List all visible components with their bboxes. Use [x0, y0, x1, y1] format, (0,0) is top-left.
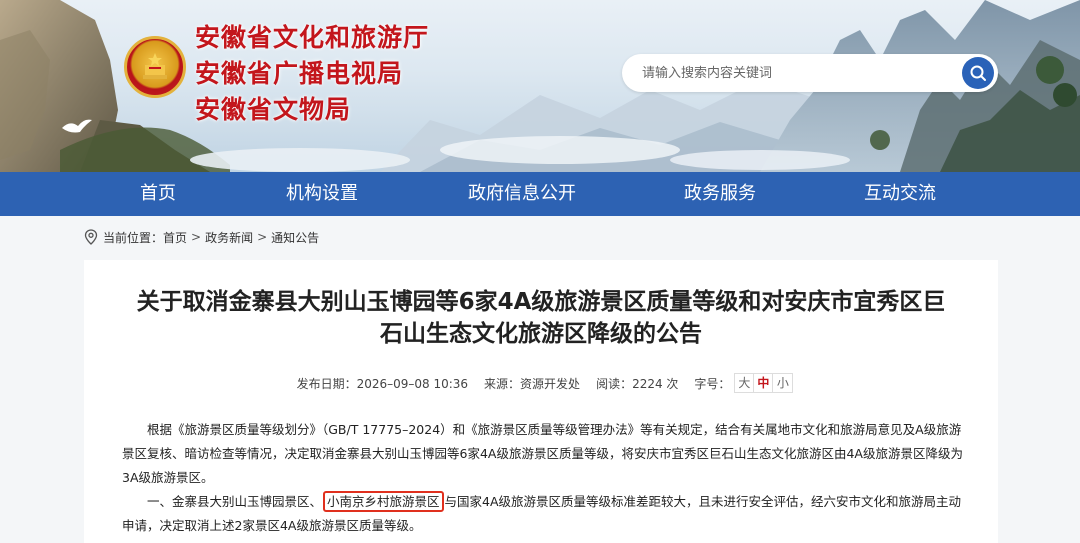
font-size-medium-button[interactable]: 中 — [754, 374, 774, 392]
nav-item-interaction[interactable]: 互动交流 — [850, 172, 950, 216]
header-title-cultural-relics: 安徽省文物局 — [195, 95, 352, 124]
publish-date: 发布日期：2026–09–08 10:36 — [296, 376, 469, 391]
article-title-line2: 石山生态文化旅游区降级的公告 — [380, 321, 702, 347]
article-meta: 发布日期：2026–09–08 10:36 来源：资源开发处 阅读：2224 次… — [84, 373, 998, 393]
highlighted-scenic-area: 小南京乡村旅游景区 — [323, 491, 444, 512]
nav-item-gov-info-disclosure[interactable]: 政府信息公开 — [452, 172, 592, 216]
article-paragraph-2: 一、金寨县大别山玉博园景区、 小南京乡村旅游景区 与国家4A级旅游景区质量等级标准差… — [122, 490, 964, 538]
search-input[interactable] — [642, 62, 952, 84]
article-source: 来源：资源开发处 — [484, 376, 581, 391]
header-banner: 安徽省文化和旅游厅 安徽省广播电视局 安徽省文物局 — [0, 0, 1080, 172]
breadcrumb: 当前位置： 首页 > 政务新闻 > 通知公告 — [84, 228, 319, 246]
national-emblem-icon — [124, 36, 186, 98]
breadcrumb-notices[interactable]: 通知公告 — [271, 229, 319, 246]
article-body: 根据《旅游景区质量等级划分》（GB/T 17775–2024）和《旅游景区质量等… — [122, 418, 964, 538]
font-size-large-button[interactable]: 大 — [735, 374, 755, 392]
nav-item-organization[interactable]: 机构设置 — [272, 172, 372, 216]
view-count: 阅读：2224 次 — [596, 376, 679, 391]
header-title-culture-tourism: 安徽省文化和旅游厅 — [195, 23, 430, 52]
font-size-selector: 大 中 小 — [734, 373, 794, 393]
article-title: 关于取消金寨县大别山玉博园等6家4A级旅游景区质量等级和对安庆市宜秀区巨 石山生… — [106, 286, 976, 350]
breadcrumb-home[interactable]: 首页 — [163, 229, 187, 246]
nav-item-gov-services[interactable]: 政务服务 — [670, 172, 770, 216]
article-title-line1: 关于取消金寨县大别山玉博园等6家4A级旅游景区质量等级和对安庆市宜秀区巨 — [136, 289, 946, 315]
breadcrumb-separator: > — [191, 230, 202, 244]
breadcrumb-gov-news[interactable]: 政务新闻 — [205, 229, 253, 246]
paragraph-2-prefix: 一、金寨县大别山玉博园景区、 — [147, 494, 323, 509]
main-nav: 首页 机构设置 政府信息公开 政务服务 互动交流 — [0, 172, 1080, 216]
breadcrumb-label: 当前位置： — [103, 230, 164, 245]
article-paragraph-1: 根据《旅游景区质量等级划分》（GB/T 17775–2024）和《旅游景区质量等… — [122, 422, 963, 485]
search-button[interactable] — [962, 57, 994, 89]
search-icon — [970, 65, 986, 81]
article-panel: 关于取消金寨县大别山玉博园等6家4A级旅游景区质量等级和对安庆市宜秀区巨 石山生… — [84, 260, 998, 543]
font-size-small-button[interactable]: 小 — [773, 374, 792, 392]
search-box — [622, 54, 998, 92]
font-size-label: 字号： — [694, 376, 731, 391]
header-title-radio-tv: 安徽省广播电视局 — [195, 59, 404, 88]
location-pin-icon — [84, 229, 98, 245]
breadcrumb-separator: > — [257, 230, 268, 244]
nav-item-home[interactable]: 首页 — [118, 172, 198, 216]
